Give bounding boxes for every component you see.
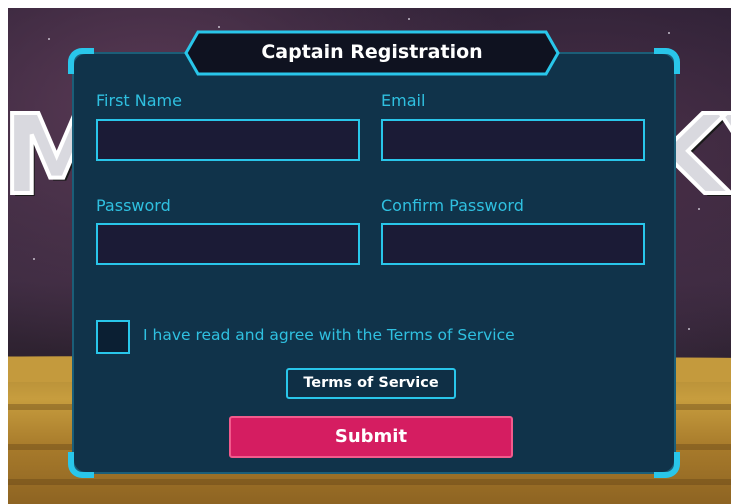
email-label: Email — [381, 91, 426, 110]
page-title: Captain Registration — [261, 41, 483, 63]
terms-of-service-button[interactable]: Terms of Service — [286, 368, 456, 399]
email-input[interactable] — [381, 119, 645, 161]
password-input[interactable] — [96, 223, 360, 265]
agree-label: I have read and agree with the Terms of … — [143, 326, 515, 344]
confirm-password-label: Confirm Password — [381, 196, 524, 215]
submit-button[interactable]: Submit — [229, 416, 513, 458]
confirm-password-input[interactable] — [381, 223, 645, 265]
first-name-input[interactable] — [96, 119, 360, 161]
password-label: Password — [96, 196, 171, 215]
corner-accent — [68, 48, 94, 74]
corner-accent — [654, 48, 680, 74]
corner-accent — [68, 452, 94, 478]
panel-header: Captain Registration — [184, 30, 560, 76]
first-name-label: First Name — [96, 91, 182, 110]
agree-checkbox[interactable] — [96, 320, 130, 354]
